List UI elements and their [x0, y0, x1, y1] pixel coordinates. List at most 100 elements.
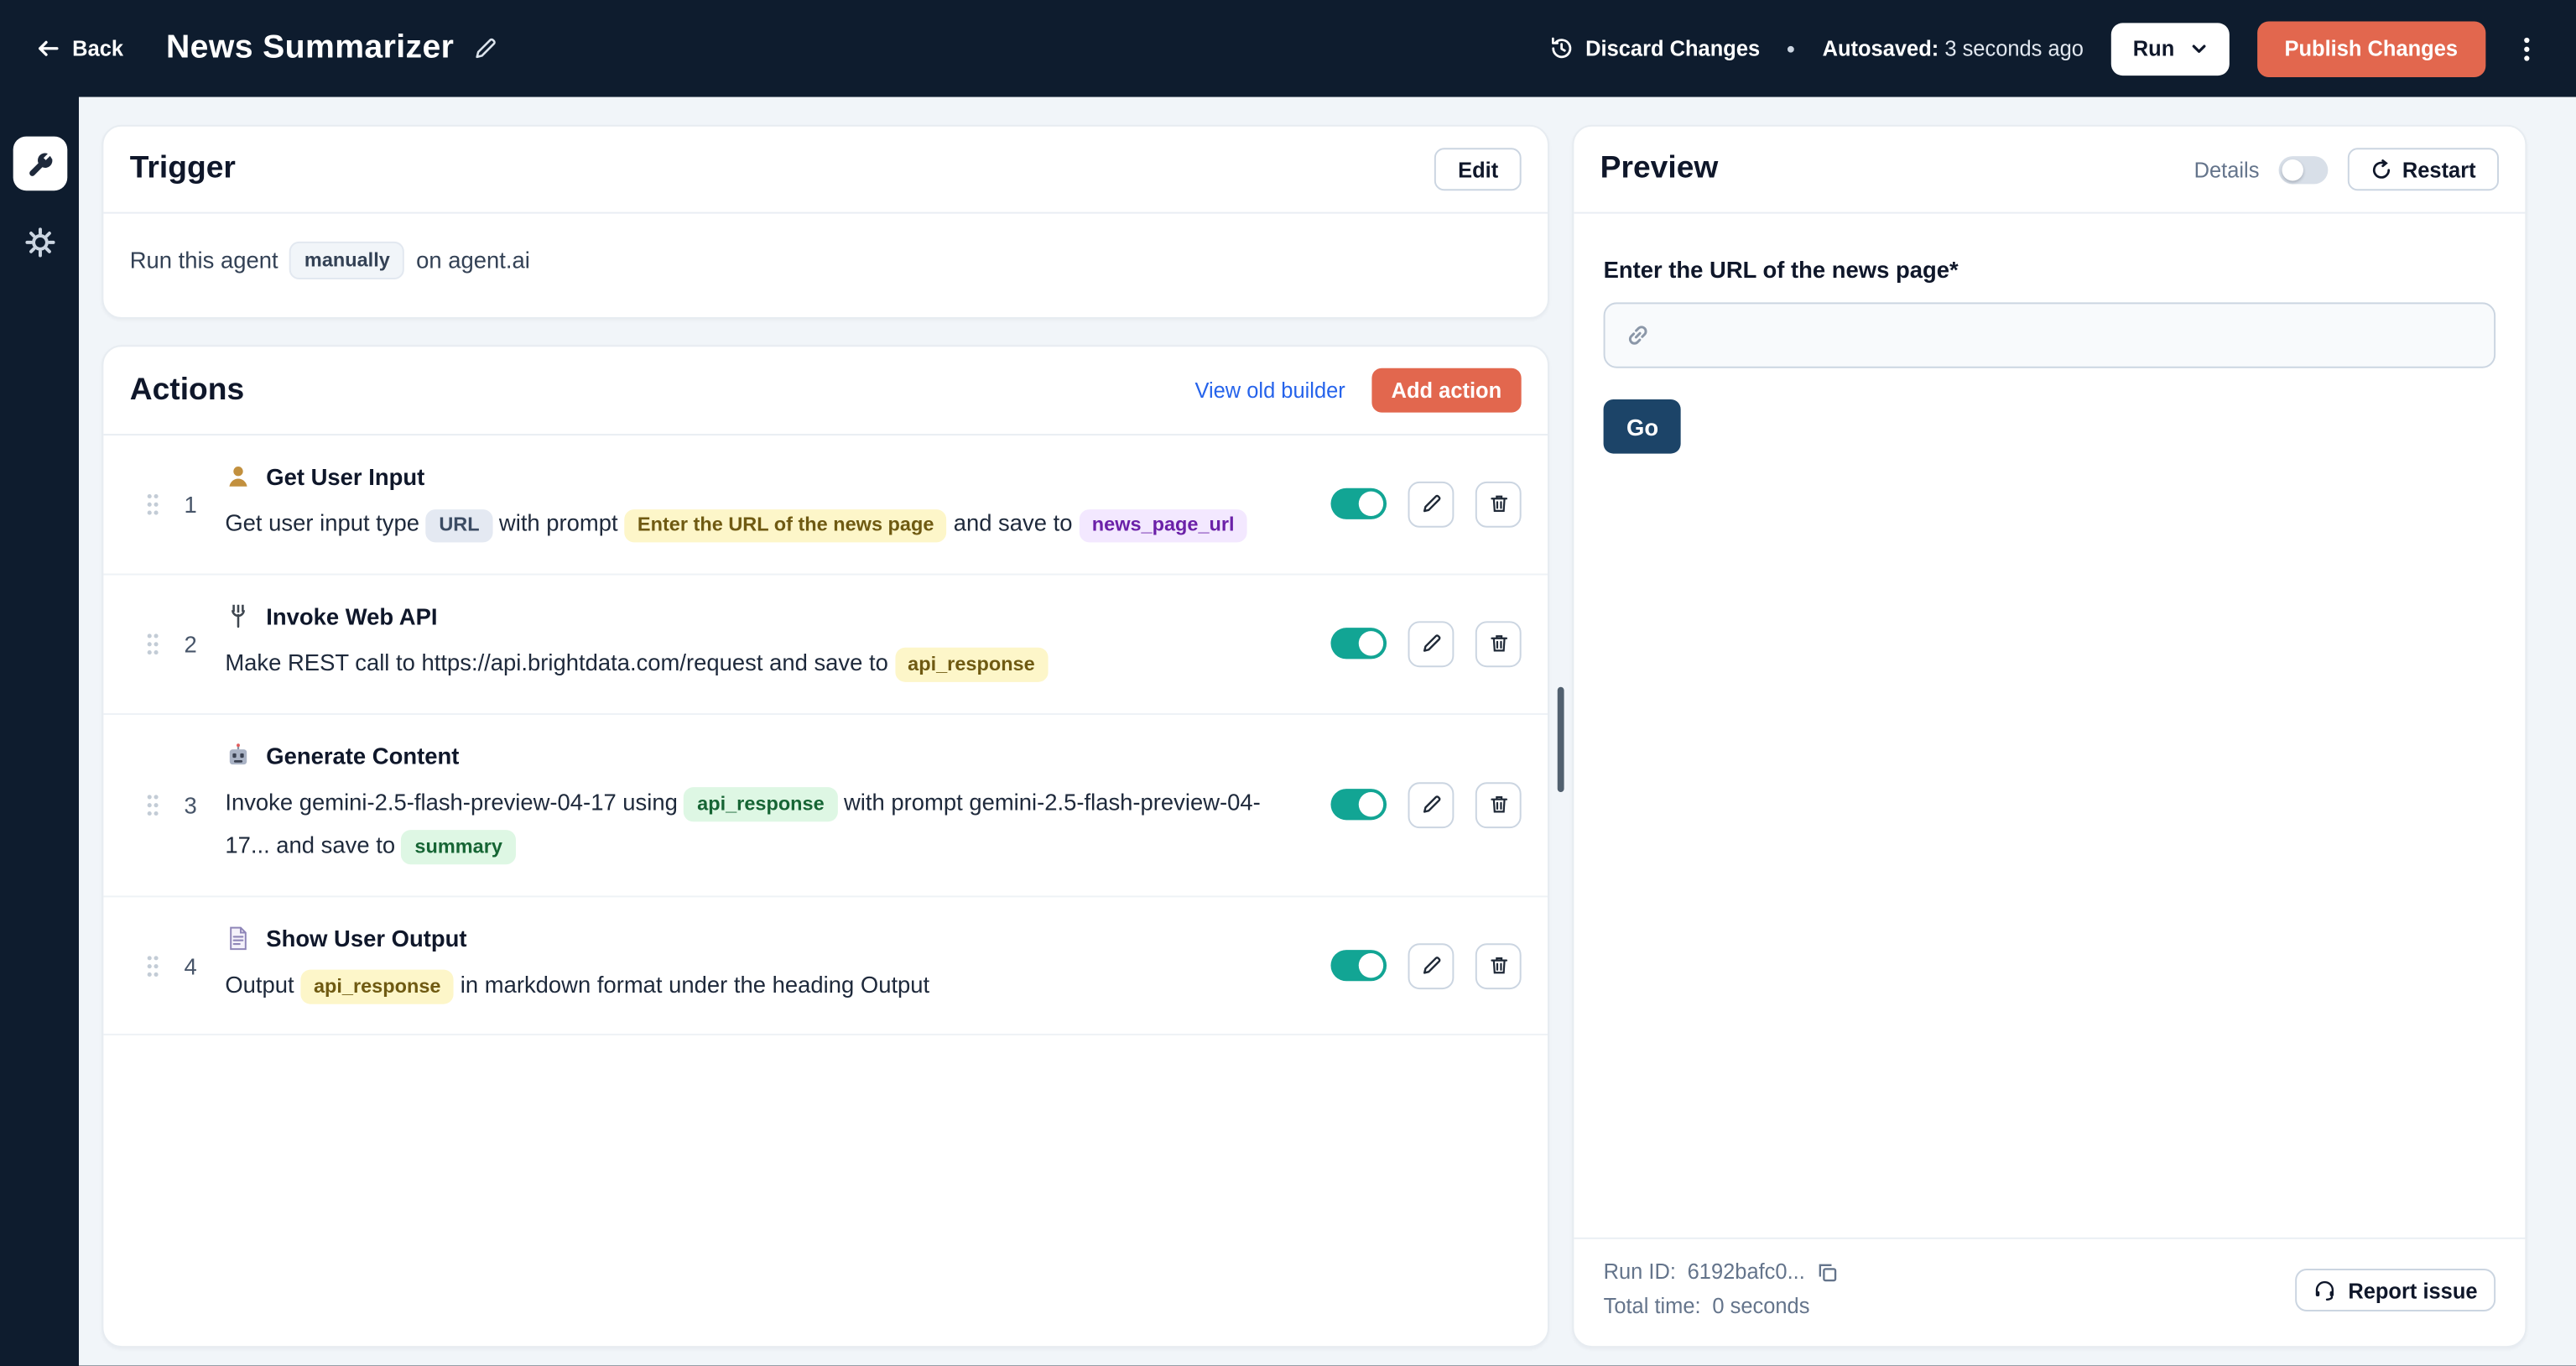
trash-icon	[1488, 955, 1509, 976]
action-enabled-toggle[interactable]	[1330, 789, 1387, 820]
desc-text: Output	[225, 971, 294, 997]
trash-icon	[1488, 493, 1509, 514]
actions-title: Actions	[130, 373, 244, 409]
edit-action-button[interactable]	[1408, 482, 1455, 528]
action-enabled-toggle[interactable]	[1330, 950, 1387, 981]
trash-icon	[1488, 794, 1509, 815]
drag-handle-icon[interactable]	[146, 954, 159, 977]
app: Back News Summarizer Discard Changes Aut…	[0, 0, 2576, 1366]
delete-action-button[interactable]	[1475, 621, 1522, 667]
details-toggle[interactable]	[2279, 155, 2329, 183]
restart-icon	[2371, 159, 2392, 180]
sidebar	[0, 97, 79, 1366]
view-old-builder-link[interactable]: View old builder	[1194, 378, 1345, 402]
action-number: 4	[176, 952, 206, 978]
discard-label: Discard Changes	[1585, 36, 1760, 60]
topbar: Back News Summarizer Discard Changes Aut…	[0, 0, 2576, 97]
total-time-label: Total time:	[1604, 1290, 1701, 1325]
user-icon	[225, 463, 251, 489]
link-icon	[1625, 322, 1651, 348]
drag-handle-icon[interactable]	[146, 793, 159, 816]
url-input[interactable]	[1664, 321, 2475, 350]
back-button[interactable]: Back	[36, 36, 123, 60]
add-action-button[interactable]: Add action	[1371, 368, 1522, 413]
arrow-left-icon	[36, 36, 60, 60]
discard-changes-button[interactable]: Discard Changes	[1549, 36, 1760, 60]
run-button[interactable]: Run	[2111, 22, 2229, 75]
report-issue-button[interactable]: Report issue	[2296, 1269, 2495, 1311]
action-enabled-toggle[interactable]	[1330, 489, 1387, 520]
edit-title-icon[interactable]	[474, 36, 498, 60]
autosave-value: 3 seconds ago	[1944, 36, 2084, 60]
type-badge: URL	[426, 508, 493, 542]
trigger-mode-badge: manually	[289, 242, 404, 279]
pencil-icon	[1420, 493, 1441, 514]
copy-icon[interactable]	[1817, 1263, 1838, 1284]
action-description: Invoke gemini-2.5-flash-preview-04-17 us…	[225, 782, 1304, 867]
action-row: 1 Get User Input Get user input type URL…	[103, 435, 1548, 575]
prompt-badge: Enter the URL of the news page	[624, 508, 947, 542]
trigger-text-suffix: on agent.ai	[416, 247, 530, 273]
trigger-panel: Trigger Edit Run this agent manually on …	[101, 125, 1549, 319]
api-fork-icon	[225, 603, 251, 629]
document-icon	[225, 925, 251, 951]
action-enabled-toggle[interactable]	[1330, 628, 1387, 660]
preview-form: Enter the URL of the news page* Go	[1574, 214, 2525, 1238]
action-title: Invoke Web API	[266, 603, 437, 629]
url-field-label: Enter the URL of the news page*	[1604, 257, 1959, 283]
actions-panel: Actions View old builder Add action 1	[101, 345, 1549, 1348]
variable-badge: api_response	[300, 970, 454, 1004]
desc-text: Invoke gemini-2.5-flash-preview-04-17 us…	[225, 789, 678, 815]
action-number: 3	[176, 791, 206, 817]
wrench-icon	[25, 149, 53, 177]
desc-text: Make REST call to https://api.brightdata…	[225, 649, 888, 675]
edit-action-button[interactable]	[1408, 782, 1455, 828]
go-button[interactable]: Go	[1604, 399, 1682, 454]
trash-icon	[1488, 633, 1509, 654]
action-title: Get User Input	[266, 463, 424, 489]
main-content: Trigger Edit Run this agent manually on …	[79, 97, 2576, 1366]
run-label: Run	[2133, 36, 2175, 60]
scrollbar-thumb[interactable]	[1558, 687, 1564, 792]
action-number: 1	[176, 491, 206, 517]
topbar-actions: Discard Changes Autosaved: 3 seconds ago…	[1549, 20, 2540, 76]
publish-changes-button[interactable]: Publish Changes	[2256, 20, 2485, 76]
action-description: Output api_response in markdown format u…	[225, 964, 1304, 1007]
desc-text: in markdown format under the heading Out…	[461, 971, 929, 997]
variable-badge: api_response	[684, 788, 837, 821]
chevron-down-icon	[2189, 39, 2208, 58]
pencil-icon	[1420, 955, 1441, 976]
run-id-label: Run ID:	[1604, 1256, 1676, 1290]
kebab-menu-icon[interactable]	[2514, 29, 2540, 68]
variable-badge: summary	[402, 830, 516, 863]
back-label: Back	[72, 36, 123, 60]
action-title: Show User Output	[266, 925, 466, 951]
action-title: Generate Content	[266, 743, 459, 769]
robot-icon	[225, 743, 251, 769]
variable-badge: api_response	[894, 648, 1048, 681]
drag-handle-icon[interactable]	[146, 493, 159, 515]
details-label: Details	[2194, 157, 2260, 181]
sidebar-item-settings[interactable]	[23, 227, 55, 258]
trigger-edit-button[interactable]: Edit	[1435, 148, 1522, 190]
preview-title: Preview	[1600, 151, 1719, 187]
delete-action-button[interactable]	[1475, 482, 1522, 528]
headset-icon	[2313, 1279, 2336, 1301]
action-row: 4 Show User Output Output api_response i…	[103, 897, 1548, 1036]
delete-action-button[interactable]	[1475, 782, 1522, 828]
restart-button[interactable]: Restart	[2348, 148, 2499, 190]
autosave-status: Autosaved: 3 seconds ago	[1823, 36, 2084, 60]
edit-action-button[interactable]	[1408, 942, 1455, 988]
edit-action-button[interactable]	[1408, 621, 1455, 667]
preview-footer: Run ID: 6192bafc0... Total time: 0 secon…	[1574, 1238, 2525, 1346]
run-id-value: 6192bafc0...	[1688, 1256, 1805, 1290]
preview-panel: Preview Details Restart Enter the URL	[1572, 125, 2527, 1348]
delete-action-button[interactable]	[1475, 942, 1522, 988]
sidebar-item-builder[interactable]	[13, 137, 67, 191]
variable-badge: news_page_url	[1079, 508, 1247, 542]
action-row: 3 Generate Content Invoke gemini-2.5-fla…	[103, 715, 1548, 897]
autosave-label: Autosaved:	[1823, 36, 1939, 60]
desc-text: with prompt	[499, 509, 618, 535]
trigger-text-prefix: Run this agent	[130, 247, 278, 273]
drag-handle-icon[interactable]	[146, 633, 159, 655]
